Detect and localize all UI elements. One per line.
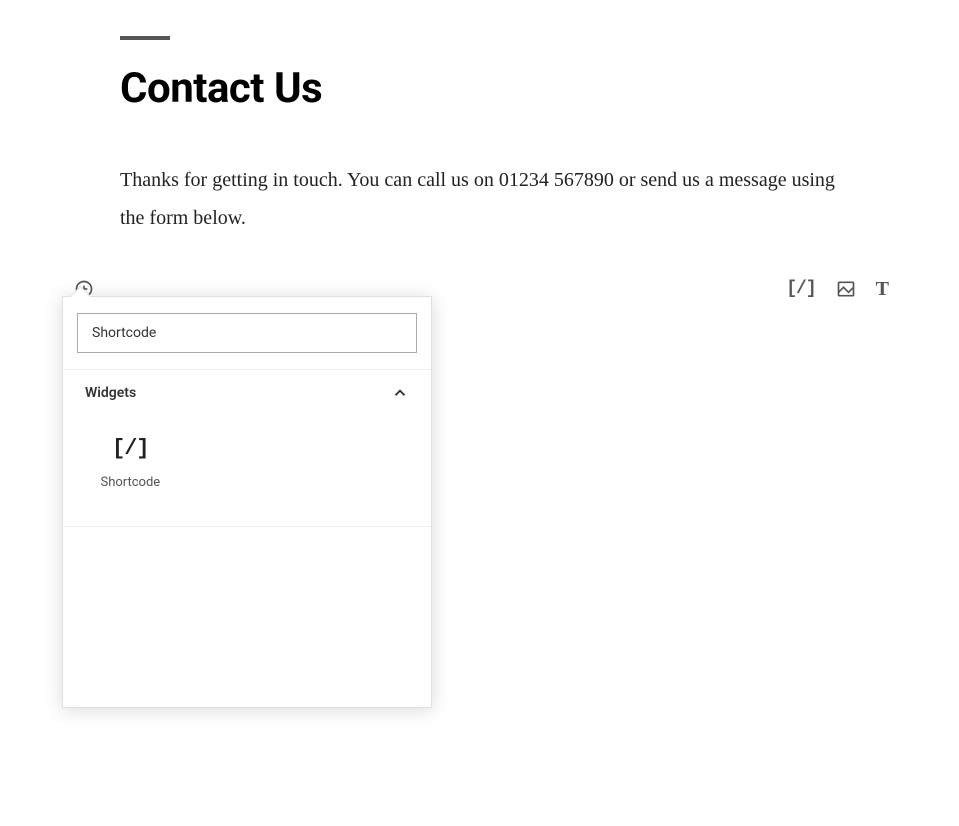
quick-insert-icons: [/] T bbox=[786, 278, 889, 301]
page-title: Contact Us bbox=[120, 64, 839, 113]
block-inserter-popover: Widgets [/] Shortcode bbox=[62, 296, 432, 708]
widgets-section-title: Widgets bbox=[85, 385, 136, 401]
image-quick-icon[interactable] bbox=[836, 279, 856, 299]
shortcode-block-item[interactable]: [/] Shortcode bbox=[77, 420, 184, 502]
shortcode-quick-icon[interactable]: [/] bbox=[786, 279, 815, 299]
shortcode-icon: [/] bbox=[112, 436, 149, 461]
shortcode-block-label: Shortcode bbox=[100, 475, 160, 490]
block-search-wrapper bbox=[63, 297, 431, 369]
chevron-up-icon bbox=[391, 384, 409, 402]
title-divider bbox=[120, 36, 170, 40]
block-search-input[interactable] bbox=[77, 313, 417, 353]
intro-paragraph[interactable]: Thanks for getting in touch. You can cal… bbox=[120, 161, 839, 237]
image-icon bbox=[836, 279, 856, 299]
popover-empty-area bbox=[63, 527, 431, 707]
text-quick-icon[interactable]: T bbox=[876, 278, 889, 301]
widgets-section-header[interactable]: Widgets bbox=[63, 369, 431, 410]
widgets-items-grid: [/] Shortcode bbox=[63, 410, 431, 527]
